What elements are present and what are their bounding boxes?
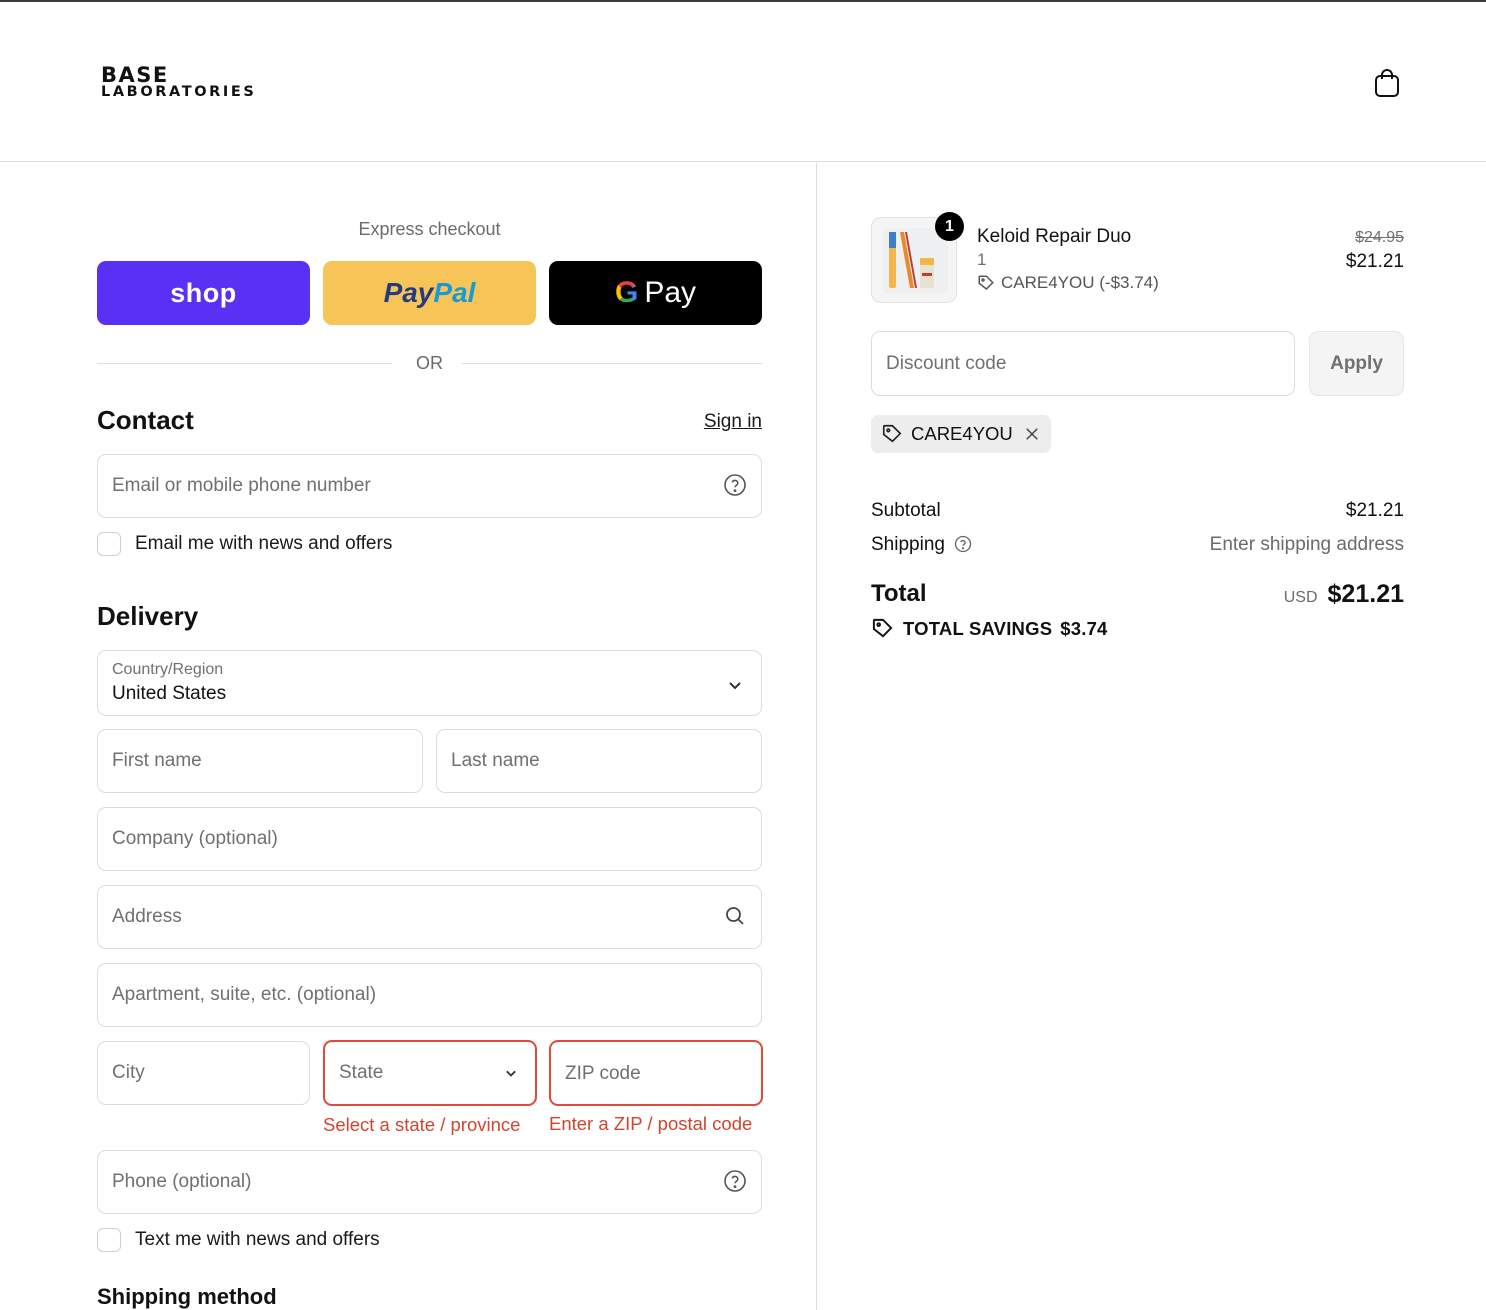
tag-icon [978,275,994,291]
applied-discount-tag: CARE4YOU [871,415,1051,453]
country-label: Country/Region [112,661,224,678]
shipping-label: Shipping [871,534,945,555]
product-discount: CARE4YOU (-$3.74) [977,273,1159,293]
email-news-label: Email me with news and offers [135,533,393,554]
first-name-placeholder: First name [112,750,202,771]
savings-amount: $3.74 [1060,617,1108,639]
sign-in-link[interactable]: Sign in [704,411,762,433]
state-placeholder: State [339,1062,384,1083]
total-value: USD $21.21 [1284,580,1404,609]
apartment-placeholder: Apartment, suite, etc. (optional) [112,984,377,1005]
remove-discount-button[interactable] [1023,425,1041,443]
text-news-option[interactable]: Text me with news and offers [97,1228,380,1252]
tag-icon [872,618,893,638]
google-pay-label: Pay [644,276,697,309]
product-quantity: 1 [977,250,987,269]
original-price: $24.95 [1355,229,1404,246]
text-news-checkbox[interactable] [97,1228,121,1252]
help-circle-icon[interactable] [723,1169,747,1193]
quantity-badge: 1 [935,212,964,241]
email-news-checkbox[interactable] [97,532,121,556]
brand-line-2: LABORATORIES [101,84,257,100]
address-field[interactable]: Address [97,885,762,949]
or-divider: OR [97,353,762,375]
total-amount: $21.21 [1327,580,1404,608]
currency-code: USD [1283,589,1318,606]
country-select[interactable]: Country/Region United States [97,650,762,716]
contact-title: Contact [97,405,194,435]
express-checkout-title: Express checkout [358,219,501,239]
column-divider [816,163,817,1310]
product-name: Keloid Repair Duo [977,226,1132,247]
product-discount-label: CARE4YOU (-$3.74) [1001,273,1159,292]
or-line-right [462,363,762,364]
header: BASE LABORATORIES [0,2,1486,162]
last-name-field[interactable]: Last name [436,729,762,793]
google-pay-button[interactable]: G Pay [549,261,762,325]
zip-field[interactable]: ZIP code [549,1040,763,1106]
help-circle-icon[interactable] [723,473,747,497]
phone-placeholder: Phone (optional) [112,1171,252,1192]
shop-pay-button[interactable]: shop [97,261,310,325]
email-news-option[interactable]: Email me with news and offers [97,532,392,556]
google-g-icon: G [614,276,639,309]
brand-logo[interactable]: BASE LABORATORIES [101,65,256,100]
total-savings: TOTAL SAVINGS $3.74 [871,617,1108,640]
city-field[interactable]: City [97,1041,310,1105]
subtotal-value: $21.21 [1345,500,1404,521]
search-icon [726,907,744,925]
state-select[interactable]: State [323,1040,537,1106]
item-price: $21.21 [1345,251,1404,272]
paypal-label-part1: Pay [383,277,434,308]
email-field[interactable]: Email or mobile phone number [97,454,762,518]
zip-placeholder: ZIP code [565,1063,641,1084]
brand-line-1: BASE [101,63,169,87]
discount-code-placeholder: Discount code [886,353,1007,374]
paypal-button[interactable]: Pay Pal [323,261,536,325]
cart-button[interactable] [1370,66,1404,100]
shipping-row: Shipping Enter shipping address [871,534,1404,556]
subtotal-label: Subtotal [871,500,941,521]
last-name-placeholder: Last name [451,750,540,771]
close-icon [1026,428,1038,440]
text-news-label: Text me with news and offers [135,1229,380,1250]
city-placeholder: City [112,1062,145,1083]
total-label: Total [871,580,927,607]
phone-field[interactable]: Phone (optional) [97,1150,762,1214]
chevron-down-icon [506,1070,516,1077]
discount-code-field[interactable]: Discount code [871,331,1295,396]
first-name-field[interactable]: First name [97,729,423,793]
bag-icon [1375,69,1399,97]
state-error: Select a state / province [323,1114,521,1135]
savings-label: TOTAL SAVINGS [903,617,1053,639]
shipping-value: Enter shipping address [1209,534,1404,555]
apartment-field[interactable]: Apartment, suite, etc. (optional) [97,963,762,1027]
company-placeholder: Company (optional) [112,828,278,849]
applied-discount-code: CARE4YOU [911,423,1013,444]
shop-pay-label: shop [170,277,237,308]
delivery-title: Delivery [97,601,199,631]
email-placeholder: Email or mobile phone number [112,475,371,496]
apply-button[interactable]: Apply [1309,331,1404,396]
paypal-label-part2: Pal [433,277,476,308]
tag-icon [882,424,902,443]
shipping-method-title: Shipping method [97,1284,277,1309]
company-field[interactable]: Company (optional) [97,807,762,871]
subtotal-row: Subtotal $21.21 [871,500,1404,522]
country-value: United States [112,683,227,704]
help-circle-icon[interactable] [954,535,972,553]
product-thumbnail: 1 [871,212,964,303]
address-placeholder: Address [112,906,182,927]
zip-error: Enter a ZIP / postal code [549,1113,753,1134]
chevron-down-icon [729,682,741,690]
